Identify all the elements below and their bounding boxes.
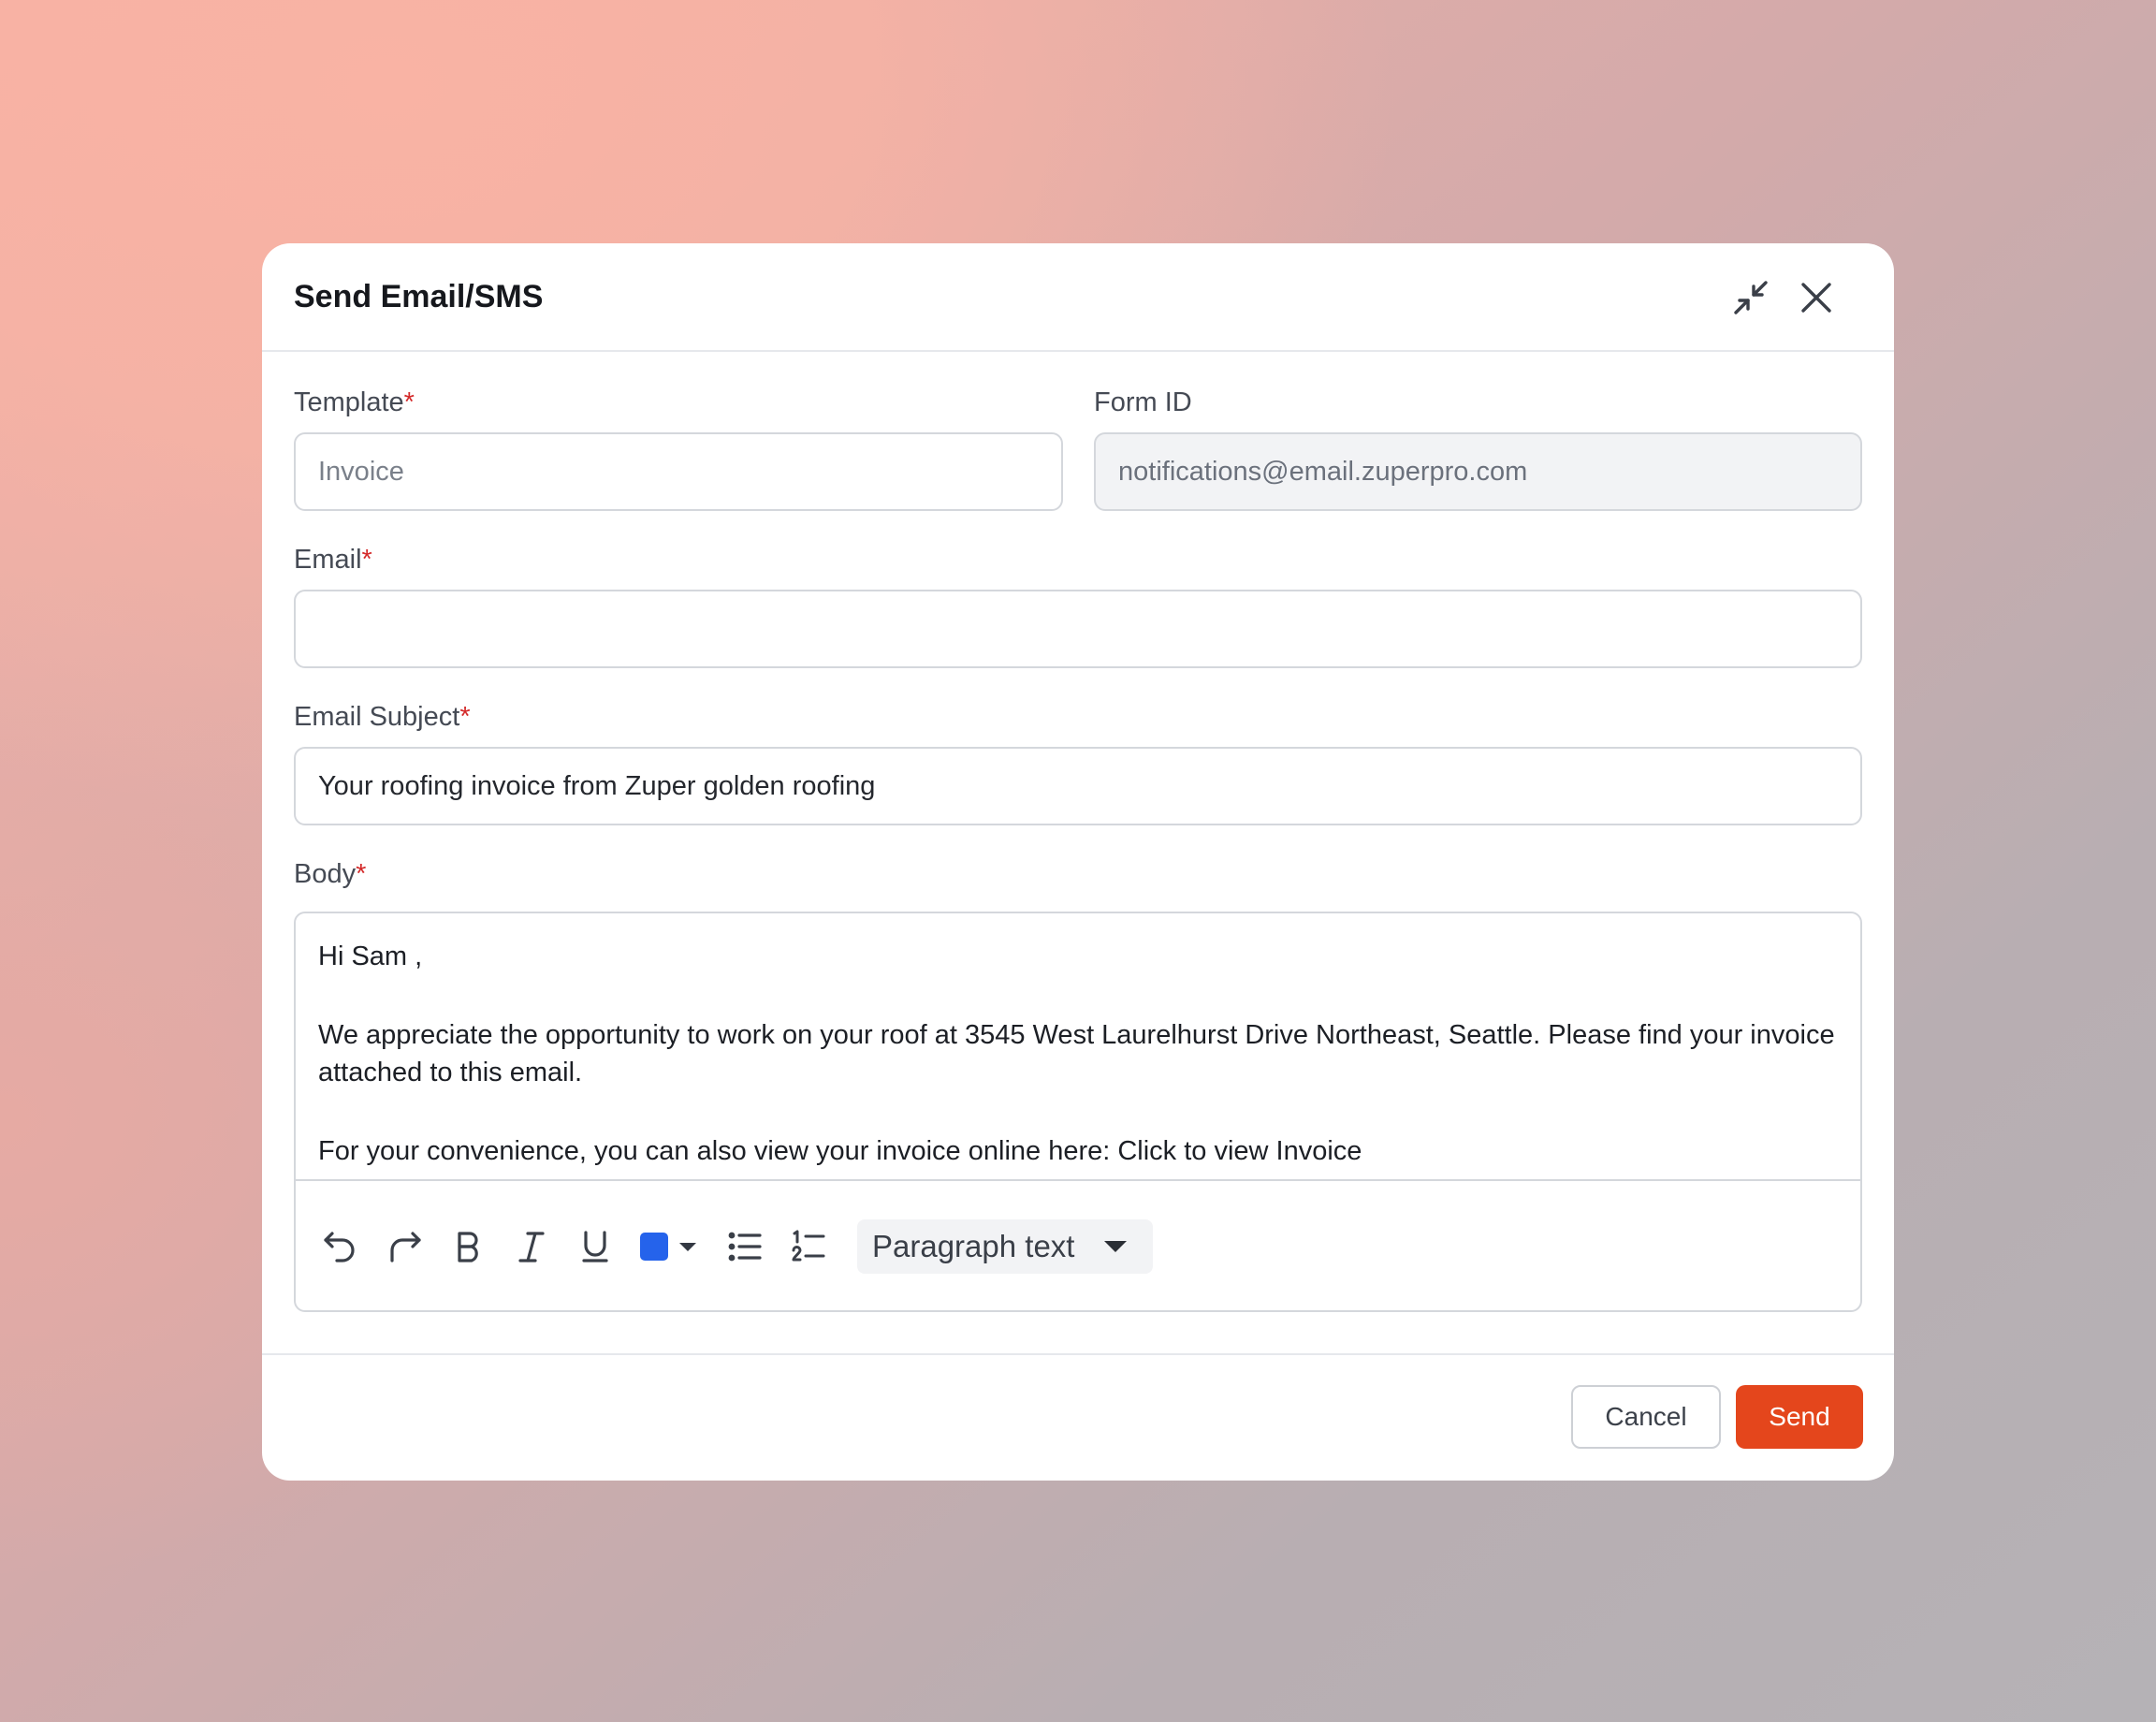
required-mark: * [459,702,471,732]
italic-icon [518,1232,545,1262]
redo-button[interactable] [380,1222,429,1271]
block-style-dropdown[interactable]: Paragraph text [857,1219,1154,1274]
numbered-list-button[interactable] [784,1222,833,1271]
body-greeting: Hi Sam , [318,941,423,971]
subject-label: Email Subject* [294,702,471,733]
chevron-down-icon [1104,1241,1128,1252]
close-icon [1801,283,1831,313]
numbered-list-icon [792,1230,825,1262]
undo-icon [324,1232,355,1262]
subject-input[interactable] [294,747,1862,825]
body-paragraph: We appreciate the opportunity to work on… [318,1020,1835,1087]
body-text-area[interactable]: Hi Sam , We appreciate the opportunity t… [296,913,1860,1181]
template-label: Template* [294,387,415,418]
chevron-down-icon [679,1242,696,1251]
required-mark: * [356,859,367,889]
form-id-field[interactable] [1094,432,1862,511]
undo-button[interactable] [316,1222,365,1271]
underline-icon [582,1231,608,1262]
bold-icon [458,1232,478,1262]
dialog-header: Send Email/SMS [262,243,1894,352]
text-color-icon [640,1233,668,1261]
block-style-value: Paragraph text [872,1229,1075,1263]
collapse-button[interactable] [1727,274,1774,321]
bold-button[interactable] [444,1222,492,1271]
collapse-arrows-icon [1734,281,1768,314]
body-label-text: Body [294,859,357,889]
cancel-button[interactable]: Cancel [1571,1385,1721,1449]
send-button[interactable]: Send [1736,1385,1863,1449]
required-mark: * [403,387,415,417]
editor-toolbar: Paragraph text [296,1181,1860,1310]
text-color-button[interactable] [640,1233,696,1261]
email-label: Email* [294,545,372,576]
bullet-list-button[interactable] [721,1222,769,1271]
template-input[interactable] [294,432,1063,511]
subject-label-text: Email Subject [294,702,460,732]
dialog-title: Send Email/SMS [294,279,544,314]
dialog-footer: Cancel Send [262,1353,1894,1481]
italic-button[interactable] [507,1222,556,1271]
body-paragraph: For your convenience, you can also view … [318,1136,1362,1166]
send-email-sms-dialog: Send Email/SMS Template* Form ID Email* … [262,243,1894,1481]
email-input[interactable] [294,590,1862,668]
email-label-text: Email [294,545,362,575]
template-label-text: Template [294,387,404,417]
body-label: Body* [294,859,366,890]
close-button[interactable] [1793,274,1840,321]
bullet-list-icon [728,1232,762,1262]
form-id-label: Form ID [1094,387,1192,417]
underline-button[interactable] [571,1222,619,1271]
redo-icon [390,1232,421,1262]
body-editor: Hi Sam , We appreciate the opportunity t… [294,912,1862,1312]
required-mark: * [361,545,372,575]
